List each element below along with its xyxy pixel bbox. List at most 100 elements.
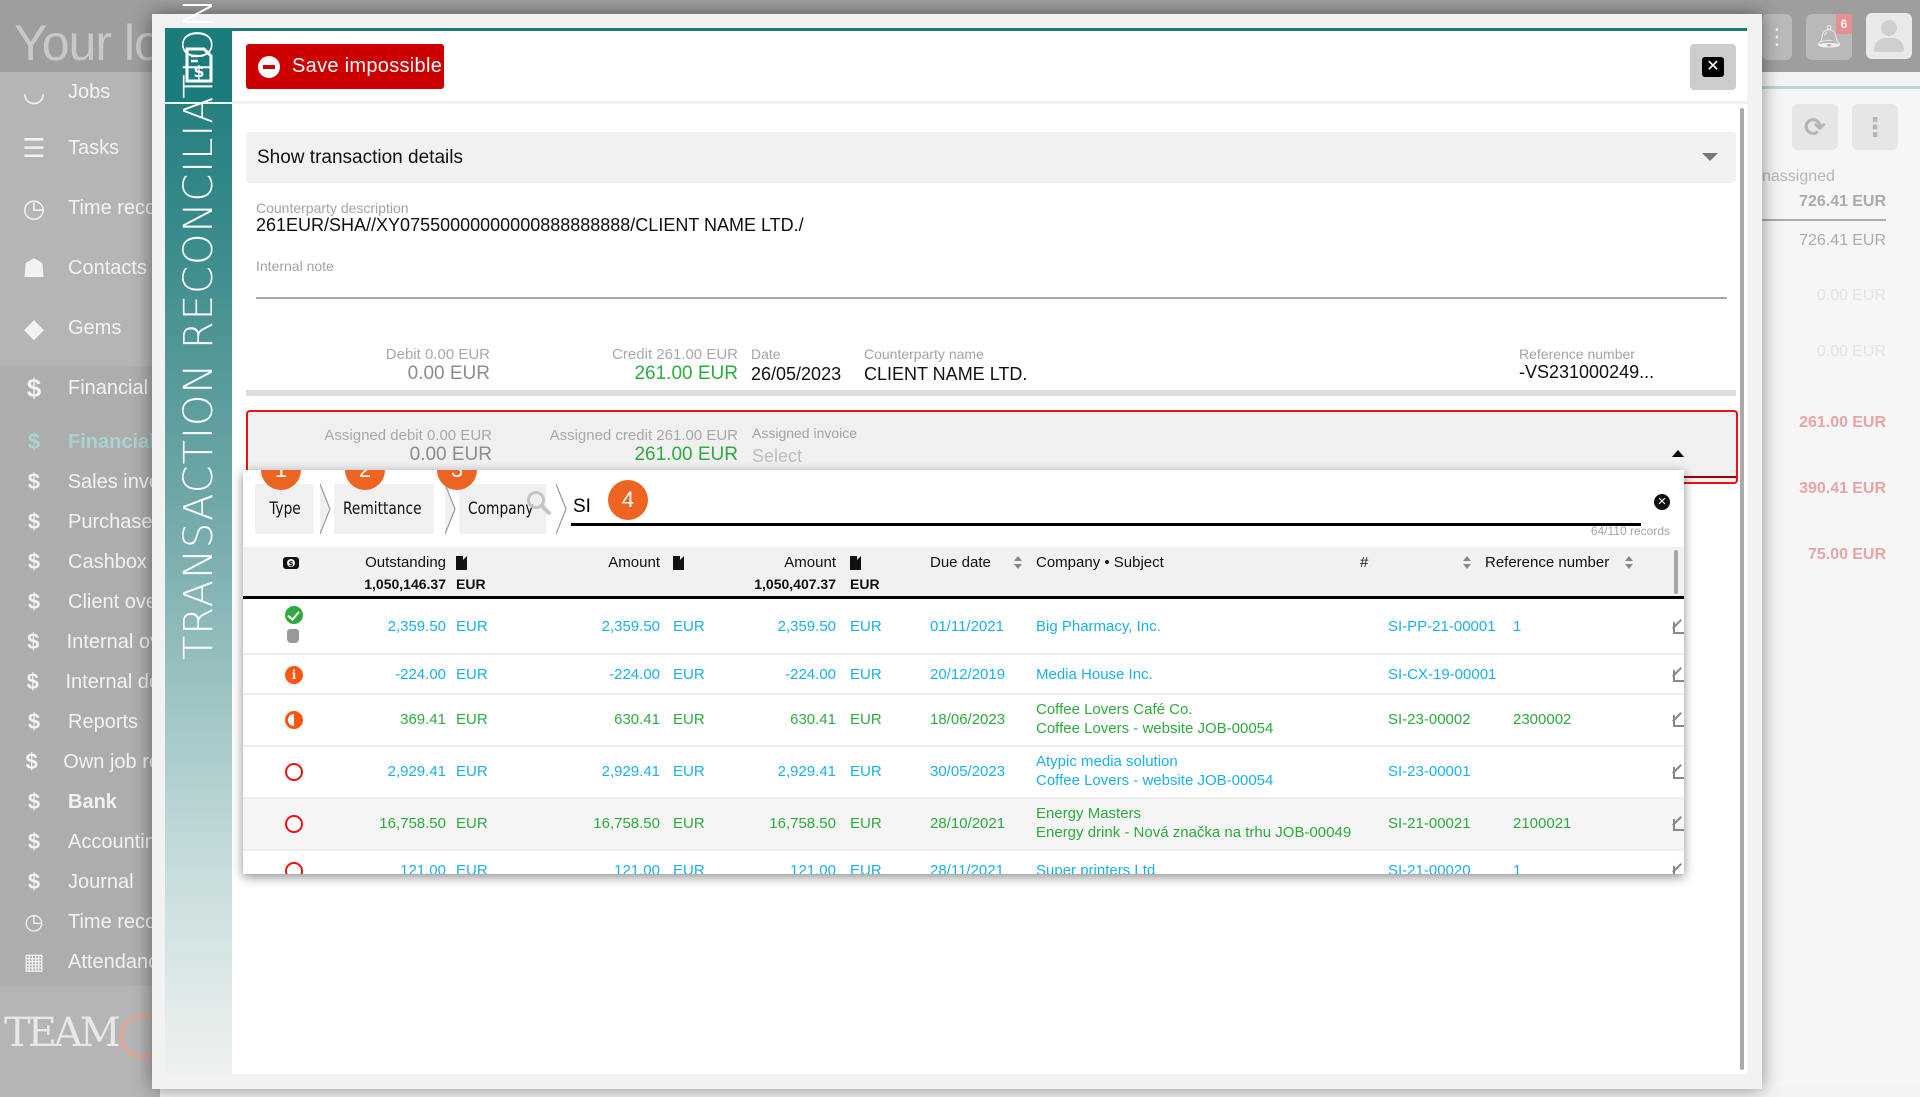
sidebar-item-contacts[interactable]: ☗ Contacts [0,248,160,288]
sidebar-item-label: Internal ov [66,630,160,653]
sidebar-item-purchase[interactable]: $ Purchase [0,502,160,542]
sidebar-item-financial[interactable]: $ Financial [0,368,160,408]
assigned-invoice-select[interactable]: Select [752,446,802,467]
company-name[interactable]: Energy Masters [1036,805,1141,822]
company-name[interactable]: Super printers Ltd [1036,862,1155,874]
invoice-row[interactable]: 2,359.50 EUR 2,359.50 EUR 2,359.50 EUR 01/11/2… [243,600,1684,655]
company-name[interactable]: Big Pharmacy, Inc. [1036,618,1161,635]
col-number[interactable]: # [1360,554,1368,571]
amount-value: 121.00 [790,862,836,874]
sidebar-item-journal[interactable]: $ Journal [0,862,160,902]
sidebar-item-time-reco[interactable]: ◷ Time reco [0,902,160,942]
chevron-down-icon [1702,153,1718,161]
edit-icon[interactable] [1673,715,1684,727]
company-name[interactable]: Media House Inc. [1036,666,1153,683]
sidebar-item-gems[interactable]: ◆ Gems [0,308,160,348]
user-avatar[interactable] [1866,13,1912,59]
company-name[interactable]: Atypic media solution [1036,753,1178,770]
currency: EUR [673,763,705,780]
invoice-row[interactable]: 121.00 EUR 121.00 EUR 121.00 EUR 28/11/2021 Sup… [243,851,1684,874]
kebab-icon: ⋮ [1766,24,1788,49]
invoice-number[interactable]: SI-CX-19-00001 [1388,666,1496,683]
invoice-search-input[interactable] [571,490,1641,526]
refresh-icon: ⟳ [1804,111,1826,142]
dollar-icon: $ [26,669,39,694]
col-amount-1[interactable]: Amount [543,554,660,571]
dollar-icon: $ [27,589,41,614]
clear-search-icon[interactable]: ✕ [1654,494,1670,510]
edit-icon[interactable] [1673,670,1684,682]
sidebar-item-sales-invo[interactable]: $ Sales invo [0,462,160,502]
invoice-row[interactable]: 16,758.50 EUR 16,758.50 EUR 16,758.50 EUR 28/1… [243,799,1684,851]
amount-total: 1,050,407.37 [754,576,836,592]
sidebar-item-bank[interactable]: $ Bank [0,782,160,822]
dollar-icon: $ [25,749,38,774]
sort-icon[interactable] [1014,556,1022,570]
sidebar-item-internal-do[interactable]: $ Internal do [0,662,160,702]
show-transaction-details-toggle[interactable]: Show transaction details [246,132,1736,183]
close-modal-button[interactable]: ✕ [1690,44,1736,90]
sidebar-item-accountin[interactable]: $ Accountin [0,822,160,862]
save-impossible-button[interactable]: Save impossible [246,44,444,89]
outstanding-value: 2,359.50 [387,618,446,635]
more-options-button[interactable]: ⋮ [1852,104,1898,150]
sidebar-item-jobs[interactable]: ◡ Jobs [0,72,160,112]
edit-icon[interactable] [1673,622,1684,634]
divider [1762,219,1886,221]
invoice-number[interactable]: SI-PP-21-00001 [1388,618,1496,635]
internal-note-input[interactable] [256,275,1727,295]
sidebar-item-cashbox[interactable]: $ Cashbox [0,542,160,582]
invoice-number[interactable]: SI-23-00001 [1388,763,1471,780]
sidebar-item-client-ove[interactable]: $ Client ove [0,582,160,622]
tasks-icon: ☰ [22,132,46,163]
col-reference-number[interactable]: Reference number [1485,554,1609,571]
modal-scrollbar[interactable] [1740,108,1744,1070]
col-outstanding[interactable]: Outstanding [363,554,446,571]
hand-icon[interactable] [287,629,299,643]
invoice-row[interactable]: 369.41 EUR 630.41 EUR 630.41 EUR 18/06/2023 Cof… [243,695,1684,747]
invoice-row[interactable]: -224.00 EUR -224.00 EUR -224.00 EUR 20/12/2019… [243,655,1684,695]
edit-icon[interactable] [1673,866,1684,874]
credit-value: 261.00 EUR [634,363,738,384]
chevron-up-icon[interactable] [1672,450,1684,457]
invoice-row[interactable]: 2,929.41 EUR 2,929.41 EUR 2,929.41 EUR 30/05/2… [243,747,1684,799]
breadcrumb-remittance[interactable]: Remittance [333,484,435,534]
sort-icon[interactable] [1463,556,1471,570]
edit-icon[interactable] [1673,767,1684,779]
col-company-subject[interactable]: Company • Subject [1036,554,1164,571]
sidebar-item-reports[interactable]: $ Reports [0,702,160,742]
col-amount-2[interactable]: Amount [723,554,836,571]
reference-number: 1 [1513,862,1522,874]
invoice-subject: Coffee Lovers - website JOB-00054 [1036,772,1274,789]
currency: EUR [456,711,488,728]
invoice-number[interactable]: SI-21-00021 [1388,815,1471,832]
currency: EUR [850,862,882,874]
col-due-date[interactable]: Due date [930,554,991,571]
refresh-button[interactable]: ⟳ [1792,104,1838,150]
sidebar-item-financial[interactable]: $ Financial [0,422,160,462]
company-name[interactable]: Coffee Lovers Café Co. [1036,701,1192,718]
sidebar-item-own-job-re[interactable]: $ Own job re [0,742,160,782]
amount-value: 16,758.50 [593,815,660,832]
assigned-credit-label: Assigned credit 261.00 EUR [549,427,738,444]
sidebar-item-label: Financial [68,430,155,453]
invoice-down-icon [850,556,861,570]
amount-value: -224.00 [785,666,836,683]
breadcrumb-type[interactable]: Type [255,484,314,534]
edit-icon[interactable] [1673,819,1684,831]
invoice-number[interactable]: SI-23-00002 [1388,711,1471,728]
assigned-debit-label: Assigned debit 0.00 EUR [324,427,492,444]
sidebar-item-label: Purchase [68,510,153,533]
toolbar-menu-button[interactable]: ⋮ [1762,14,1792,60]
sidebar-item-time-reco[interactable]: ◷ Time reco [0,188,160,228]
invoice-number[interactable]: SI-21-00020 [1388,862,1471,874]
wallet-dollar-icon: $ [283,557,299,569]
table-scrollbar[interactable] [1674,550,1678,594]
sort-icon[interactable] [1625,556,1633,570]
counterparty-description-label: Counterparty description [256,200,409,216]
reference-number-value: -VS231000249... [1519,362,1655,382]
amount-total-currency: EUR [850,576,880,592]
sidebar-item-attendanc[interactable]: ▦ Attendanc [0,942,160,982]
sidebar-item-internal-ov[interactable]: $ Internal ov [0,622,160,662]
sidebar-item-tasks[interactable]: ☰ Tasks [0,128,160,168]
